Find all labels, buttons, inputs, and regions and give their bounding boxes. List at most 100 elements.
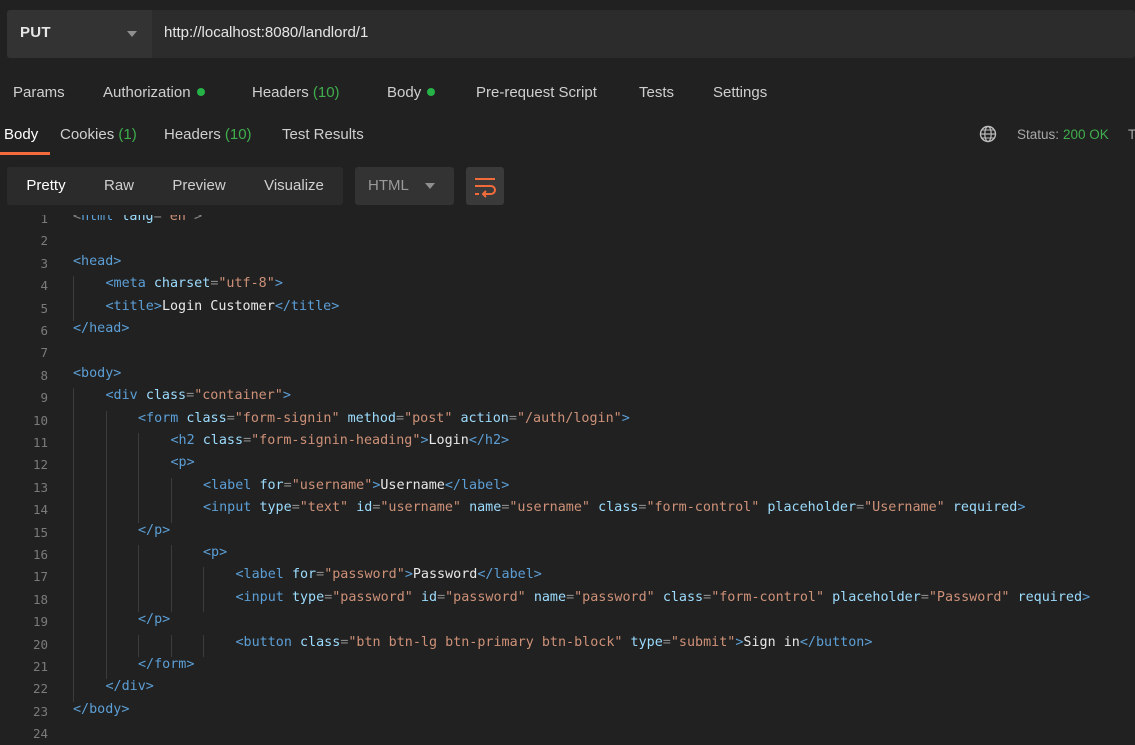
code-token: <div [105, 388, 138, 404]
code-token: "form-signin" [234, 410, 340, 426]
status-label: Status: [1017, 127, 1060, 142]
code-line: <label for="password">Password</label> [236, 567, 542, 582]
tab-label: Pre-request Script [476, 84, 597, 101]
code-token: = [566, 589, 575, 605]
response-tab-test-results[interactable]: Test Results [282, 126, 364, 143]
code-line: <div class="container"> [106, 388, 291, 403]
code-token: type [630, 634, 663, 650]
tab-label: Params [13, 84, 65, 101]
code-token: <p> [203, 545, 228, 560]
tab-headers[interactable]: Headers (10) [252, 84, 340, 101]
code-token: = [283, 477, 292, 493]
code-token: "utf-8" [218, 276, 275, 292]
globe-icon[interactable] [979, 125, 997, 143]
view-preview-button[interactable]: Preview [153, 167, 245, 205]
code-token: </head> [73, 321, 130, 336]
code-token: <p> [170, 455, 195, 471]
format-label: HTML [368, 177, 409, 194]
format-select[interactable]: HTML [355, 167, 454, 205]
view-raw-button[interactable]: Raw [85, 167, 153, 205]
view-mode-group: Pretty Raw Preview Visualize [7, 167, 343, 205]
code-token: Username [380, 477, 445, 493]
code-line: <html lang="en"> [73, 215, 202, 224]
response-tab-cookies[interactable]: Cookies (1) [60, 126, 137, 143]
line-number: 10 [32, 412, 48, 428]
indent-guide [203, 634, 204, 657]
indent-guide [170, 500, 172, 523]
code-token: class [662, 589, 704, 605]
indent-guide [73, 500, 74, 523]
indent-guide [73, 567, 74, 590]
indent-guide [105, 657, 107, 680]
code-line: <label for="username">Username</label> [203, 478, 509, 493]
tab-label: Authorization [103, 84, 191, 101]
code-token: = [703, 589, 712, 605]
code-token: <body> [73, 365, 122, 381]
line-number: 17 [32, 569, 48, 585]
tab-settings[interactable]: Settings [713, 84, 767, 101]
view-visualize-button[interactable]: Visualize [245, 167, 343, 205]
tab-authorization[interactable]: Authorization [103, 84, 205, 101]
indent-guide [73, 298, 74, 321]
code-token: <form [138, 410, 179, 426]
indent-guide [105, 545, 107, 568]
code-token: type [291, 589, 325, 605]
line-number: 15 [32, 524, 48, 540]
code-line: </p> [138, 523, 170, 538]
view-pretty-button[interactable]: Pretty [7, 167, 85, 205]
indent-guide [138, 589, 139, 613]
indent-guide [138, 500, 139, 523]
indent-guide [138, 545, 139, 568]
method-select[interactable]: PUT [7, 10, 152, 58]
indent-guide [170, 634, 172, 657]
indent-guide [138, 567, 139, 590]
indent-guide [73, 634, 74, 657]
response-tab-body[interactable]: Body [4, 126, 38, 143]
code-token: <label [203, 477, 252, 493]
tab-pre-request-script[interactable]: Pre-request Script [476, 84, 597, 101]
code-line: </form> [138, 657, 194, 672]
code-token: Password [412, 567, 478, 583]
code-line: <form class="form-signin" method="post" … [138, 411, 630, 426]
code-token: = [396, 410, 405, 426]
line-number: 11 [32, 435, 48, 450]
wrap-lines-button[interactable] [466, 167, 504, 205]
tab-label: Tests [639, 84, 675, 101]
response-tab-headers[interactable]: Headers (10) [164, 126, 252, 143]
code-token: > [274, 276, 283, 292]
code-line: <input type="text" id="username" name="u… [203, 500, 1025, 515]
code-line: <body> [73, 366, 121, 381]
tab-params[interactable]: Params [13, 84, 65, 101]
code-token: </p> [138, 612, 171, 628]
line-number: 13 [32, 479, 48, 495]
truncated-label: T [1128, 127, 1135, 142]
tab-body[interactable]: Body [387, 84, 436, 101]
code-token: <meta [105, 276, 146, 292]
tab-label: Headers [164, 126, 221, 143]
line-number: 6 [40, 323, 48, 338]
url-input[interactable]: http://localhost:8080/landlord/1 [152, 10, 1135, 58]
code-line: <meta charset="utf-8"> [106, 276, 283, 291]
tab-label: Headers [252, 84, 309, 101]
code-token: = [437, 589, 446, 605]
code-token: method [347, 410, 396, 426]
tab-tests[interactable]: Tests [639, 84, 674, 101]
code-token: "Username" [864, 500, 945, 516]
code-token: <input [235, 589, 284, 605]
indent-guide [73, 276, 74, 299]
code-token: for [291, 567, 317, 583]
tab-label: Body [387, 84, 422, 101]
response-tabs: Body Cookies (1) Headers (10) Test Resul… [0, 112, 1135, 157]
indent-guide [105, 433, 107, 456]
indent-guide [138, 455, 139, 478]
response-body-editor[interactable]: 1 <html lang="en"> 2 3 <head> 4 <meta charset=… [0, 215, 1135, 745]
